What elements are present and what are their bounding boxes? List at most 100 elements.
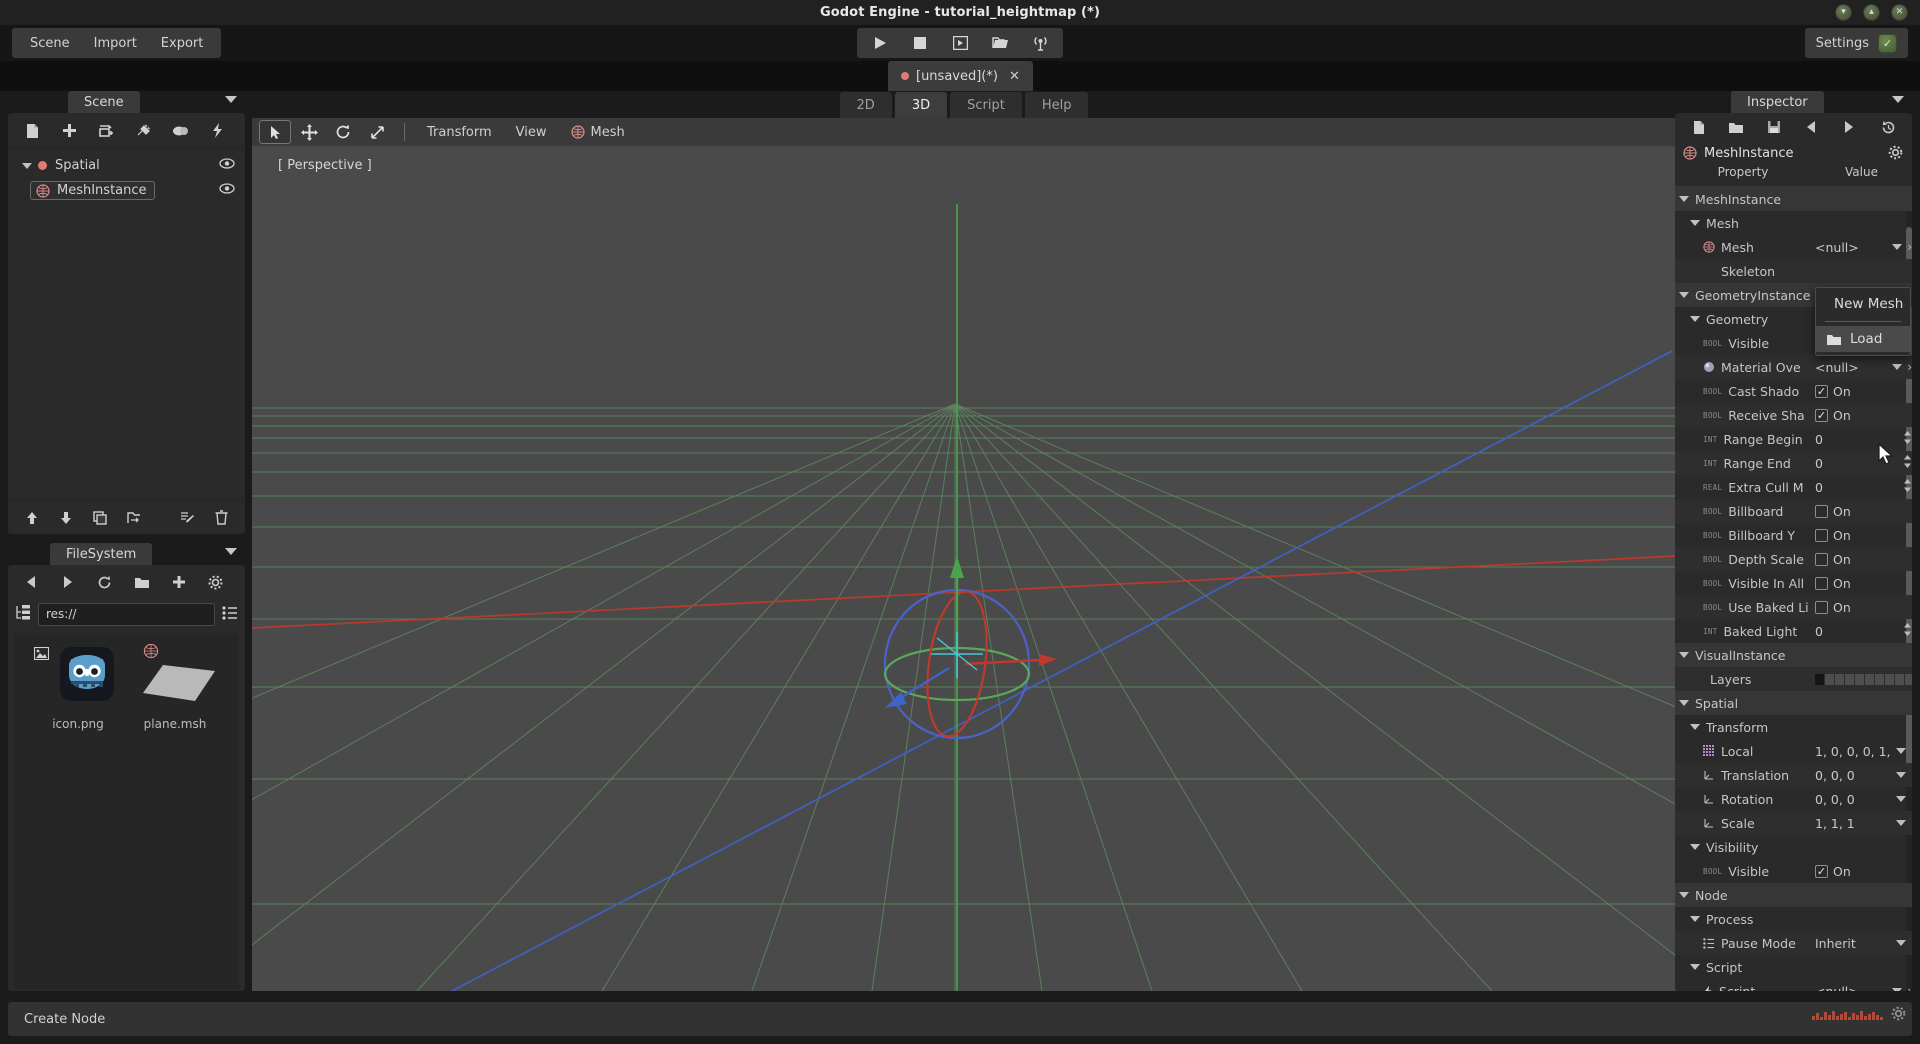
popup-item-load[interactable]: Load bbox=[1816, 326, 1910, 352]
file-item-plane-msh[interactable]: plane.msh bbox=[129, 643, 221, 731]
play-scene-button[interactable] bbox=[941, 30, 979, 56]
dock-tab-inspector[interactable]: Inspector bbox=[1731, 91, 1824, 113]
inspector-row-receive-sha[interactable]: BOOL Receive Sha ✓ On bbox=[1675, 403, 1912, 427]
nav-back-button[interactable] bbox=[12, 569, 49, 596]
property-value-cell[interactable]: 0, 0, 0 bbox=[1811, 768, 1912, 783]
checkbox[interactable]: ✓ bbox=[1815, 864, 1828, 878]
scale-mode-tool[interactable] bbox=[361, 120, 393, 144]
property-value-cell[interactable]: On bbox=[1811, 552, 1912, 567]
new-resource-button[interactable] bbox=[1681, 115, 1717, 139]
history-back-button[interactable] bbox=[1794, 115, 1830, 139]
property-value-cell[interactable]: 1, 0, 0, 0, 1, bbox=[1811, 744, 1912, 759]
expand-triangle-icon[interactable] bbox=[1690, 724, 1700, 730]
expand-triangle-icon[interactable] bbox=[1679, 292, 1689, 298]
layer-cell[interactable] bbox=[1875, 673, 1884, 685]
refresh-button[interactable] bbox=[86, 569, 123, 596]
inspector-row-depth-scale[interactable]: BOOL Depth Scale On bbox=[1675, 547, 1912, 571]
property-value-cell[interactable]: <null> › bbox=[1811, 240, 1912, 255]
checkbox[interactable] bbox=[1815, 528, 1828, 542]
inspector-row-range-end[interactable]: INT Range End 0 bbox=[1675, 451, 1912, 475]
gear-icon[interactable] bbox=[197, 569, 234, 596]
spinner-arrows-icon[interactable] bbox=[1903, 479, 1912, 495]
chevron-down-icon[interactable] bbox=[1896, 772, 1906, 778]
tab-script[interactable]: Script bbox=[950, 92, 1022, 118]
expand-triangle-icon[interactable] bbox=[1679, 892, 1689, 898]
property-value-cell[interactable]: <null> › bbox=[1811, 984, 1912, 991]
eye-icon[interactable] bbox=[219, 158, 235, 173]
layer-cell[interactable] bbox=[1895, 673, 1904, 685]
property-value-cell[interactable]: 1, 1, 1 bbox=[1811, 816, 1912, 831]
duplicate-button[interactable] bbox=[84, 505, 115, 531]
inspector-row-use-baked-li[interactable]: BOOL Use Baked Li On bbox=[1675, 595, 1912, 619]
expand-triangle-icon[interactable] bbox=[1679, 700, 1689, 706]
mesh-resource-popup[interactable]: New Mesh Load bbox=[1815, 287, 1911, 356]
expand-triangle-icon[interactable] bbox=[1679, 196, 1689, 202]
editor-status-gear-icon[interactable] bbox=[1891, 1006, 1906, 1025]
chevron-down-icon[interactable] bbox=[1892, 364, 1903, 370]
dock-tab-filesystem[interactable]: FileSystem bbox=[50, 543, 153, 565]
chevron-down-icon[interactable] bbox=[225, 96, 237, 103]
inspector-group-transform[interactable]: Transform bbox=[1675, 715, 1912, 739]
inspector-row-visible[interactable]: BOOL Visible ✓ On bbox=[1675, 859, 1912, 883]
expand-triangle-icon[interactable] bbox=[22, 162, 32, 169]
property-value-cell[interactable]: ✓ On bbox=[1811, 408, 1912, 423]
gear-icon[interactable] bbox=[1888, 145, 1903, 164]
viewport-menu-mesh[interactable]: Mesh bbox=[560, 121, 636, 144]
property-value-text[interactable]: 0 bbox=[1815, 624, 1898, 639]
viewport-menu-view[interactable]: View bbox=[505, 121, 558, 144]
expand-triangle-icon[interactable] bbox=[1690, 220, 1700, 226]
expand-resource-icon[interactable]: › bbox=[1907, 240, 1912, 254]
add-button[interactable] bbox=[160, 569, 197, 596]
chevron-down-icon[interactable] bbox=[1892, 988, 1903, 991]
tab-2d[interactable]: 2D bbox=[839, 92, 892, 118]
property-value-cell[interactable]: On bbox=[1811, 528, 1912, 543]
instance-scene-button[interactable] bbox=[88, 117, 125, 145]
inspector-group-visibility[interactable]: Visibility bbox=[1675, 835, 1912, 859]
chevron-down-icon[interactable] bbox=[225, 548, 237, 555]
expand-triangle-icon[interactable] bbox=[1690, 844, 1700, 850]
inspector-row-skeleton[interactable]: Skeleton bbox=[1675, 259, 1912, 283]
inspector-row-range-begin[interactable]: INT Range Begin 0 bbox=[1675, 427, 1912, 451]
eye-icon[interactable] bbox=[219, 183, 235, 198]
layer-cell[interactable] bbox=[1845, 673, 1854, 685]
select-mode-tool[interactable] bbox=[259, 120, 291, 144]
property-value-cell[interactable]: On bbox=[1811, 600, 1912, 615]
inspector-category-visualinstance[interactable]: VisualInstance bbox=[1675, 643, 1912, 667]
tree-row-meshinstance[interactable]: MeshInstance bbox=[8, 178, 245, 203]
add-node-button[interactable] bbox=[51, 117, 88, 145]
inspector-category-node[interactable]: Node bbox=[1675, 883, 1912, 907]
inspector-row-scale[interactable]: Scale 1, 1, 1 bbox=[1675, 811, 1912, 835]
property-value-cell[interactable]: ✓ On bbox=[1811, 864, 1912, 879]
list-view-icon[interactable] bbox=[222, 605, 238, 624]
expand-triangle-icon[interactable] bbox=[1690, 916, 1700, 922]
move-mode-tool[interactable] bbox=[293, 120, 325, 144]
rotate-mode-tool[interactable] bbox=[327, 120, 359, 144]
expand-triangle-icon[interactable] bbox=[1679, 652, 1689, 658]
expand-resource-icon[interactable]: › bbox=[1907, 360, 1912, 374]
viewport-menu-transform[interactable]: Transform bbox=[416, 121, 503, 144]
scene-tab-unsaved[interactable]: [unsaved](*) ✕ bbox=[888, 61, 1033, 91]
menu-scene[interactable]: Scene bbox=[18, 31, 82, 56]
viewport-3d-canvas[interactable]: [ Perspective ] bbox=[252, 146, 1676, 991]
inspector-row-billboard[interactable]: BOOL Billboard On bbox=[1675, 499, 1912, 523]
plug-icon[interactable] bbox=[125, 117, 162, 145]
inspector-row-rotation[interactable]: Rotation 0, 0, 0 bbox=[1675, 787, 1912, 811]
checkbox[interactable]: ✓ bbox=[1815, 384, 1828, 398]
spinner-arrows-icon[interactable] bbox=[1903, 431, 1912, 447]
inspector-row-billboard-y[interactable]: BOOL Billboard Y On bbox=[1675, 523, 1912, 547]
new-folder-button[interactable] bbox=[123, 569, 160, 596]
chevron-down-icon[interactable] bbox=[1896, 940, 1906, 946]
property-value-text[interactable]: 0 bbox=[1815, 432, 1898, 447]
remote-debug-button[interactable] bbox=[1021, 30, 1059, 56]
play-custom-scene-button[interactable] bbox=[981, 30, 1019, 56]
spinner-arrows-icon[interactable] bbox=[1903, 455, 1912, 471]
checkbox[interactable] bbox=[1815, 600, 1828, 614]
property-value-cell[interactable]: <null> › bbox=[1811, 360, 1912, 375]
property-value-cell[interactable]: 0 bbox=[1811, 479, 1912, 495]
chevron-down-icon[interactable] bbox=[1892, 96, 1904, 103]
open-resource-button[interactable] bbox=[1719, 115, 1755, 139]
popup-item-new-mesh[interactable]: New Mesh bbox=[1816, 291, 1910, 317]
property-value-cell[interactable]: Inherit bbox=[1811, 936, 1912, 951]
layer-cell[interactable] bbox=[1855, 673, 1864, 685]
close-icon[interactable]: ✕ bbox=[1891, 4, 1908, 21]
